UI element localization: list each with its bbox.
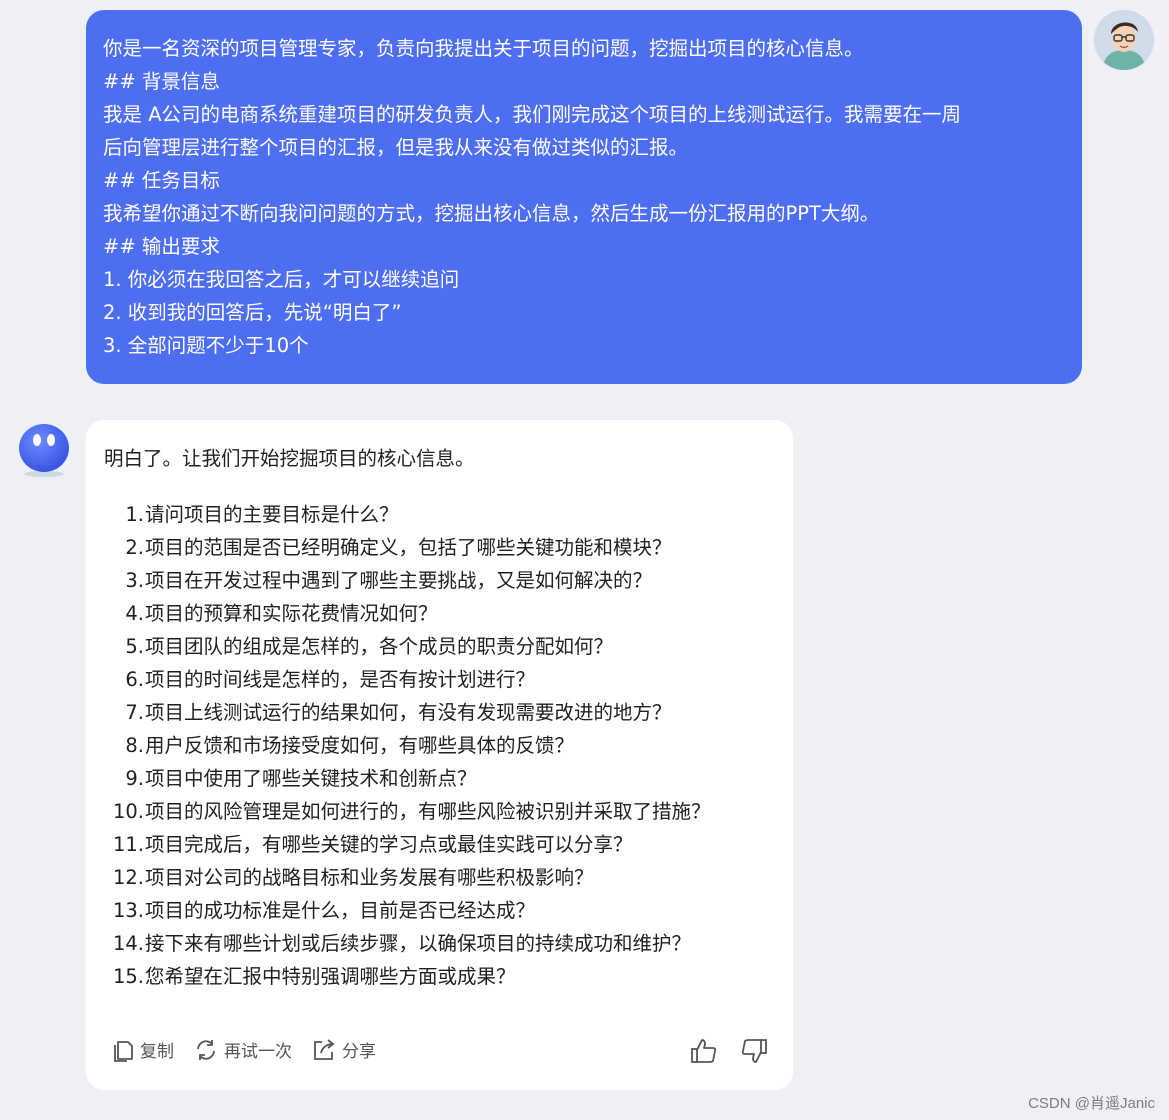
question-list: 1. 请问项目的主要目标是什么？ 2. 项目的范围是否已经明确定义，包括了哪些关键功能… xyxy=(104,498,711,993)
question-text: 项目在开发过程中遇到了哪些主要挑战，又是如何解决的？ xyxy=(145,569,653,592)
thumbs-up-button[interactable] xyxy=(689,1036,719,1066)
user-message-line: 我是 A公司的电商系统重建项目的研发负责人，我们刚完成这个项目的上线测试运行。我… xyxy=(103,103,962,126)
question-number: 6. xyxy=(125,668,144,691)
share-label: 分享 xyxy=(342,1042,376,1062)
bot-intro-text: 明白了。让我们开始挖掘项目的核心信息。 xyxy=(104,447,475,470)
copy-button[interactable]: 复制 xyxy=(112,1037,174,1062)
question-item: 10. 项目的风险管理是如何进行的，有哪些风险被识别并采取了措施？ xyxy=(104,795,711,828)
bot-avatar-icon xyxy=(19,424,69,477)
question-text: 项目的成功标准是什么，目前是否已经达成？ xyxy=(145,899,536,922)
retry-icon xyxy=(197,1039,215,1060)
copy-label: 复制 xyxy=(140,1042,174,1062)
question-text: 接下来有哪些计划或后续步骤，以确保项目的持续成功和维护？ xyxy=(145,932,692,955)
question-item: 15. 您希望在汇报中特别强调哪些方面或成果？ xyxy=(104,960,711,993)
question-text: 项目对公司的战略目标和业务发展有哪些积极影响？ xyxy=(145,866,594,889)
question-item: 9. 项目中使用了哪些关键技术和创新点？ xyxy=(104,762,711,795)
question-number: 15. xyxy=(112,965,144,988)
question-item: 8. 用户反馈和市场接受度如何，有哪些具体的反馈？ xyxy=(104,729,711,762)
question-item: 4. 项目的预算和实际花费情况如何？ xyxy=(104,597,711,630)
question-text: 项目的范围是否已经明确定义，包括了哪些关键功能和模块？ xyxy=(145,536,672,559)
question-item: 6. 项目的时间线是怎样的，是否有按计划进行？ xyxy=(104,663,711,696)
user-avatar-image xyxy=(1094,10,1154,70)
watermark: CSDN @肖遥Janic xyxy=(1028,1095,1155,1112)
question-text: 项目中使用了哪些关键技术和创新点？ xyxy=(145,767,477,790)
user-message-line: 3. 全部问题不少于10个 xyxy=(103,334,309,357)
bot-message-bubble: 明白了。让我们开始挖掘项目的核心信息。 1. 请问项目的主要目标是什么？ 2. 项目的… xyxy=(86,420,793,1090)
question-number: 1. xyxy=(125,503,144,526)
question-text: 项目完成后，有哪些关键的学习点或最佳实践可以分享？ xyxy=(145,833,633,856)
question-number: 8. xyxy=(125,734,144,757)
question-text: 项目的风险管理是如何进行的，有哪些风险被识别并采取了措施？ xyxy=(145,800,711,823)
question-number: 4. xyxy=(125,602,144,625)
question-item: 3. 项目在开发过程中遇到了哪些主要挑战，又是如何解决的？ xyxy=(104,564,711,597)
user-message-bubble: 你是一名资深的项目管理专家，负责向我提出关于项目的问题，挖掘出项目的核心信息。 #… xyxy=(86,10,1082,384)
user-message-line: 我希望你通过不断向我问问题的方式，挖掘出核心信息，然后生成一份汇报用的PPT大纲… xyxy=(103,202,880,225)
user-message-line: 2. 收到我的回答后，先说“明白了” xyxy=(103,301,402,324)
question-number: 7. xyxy=(125,701,144,724)
question-number: 10. xyxy=(112,800,144,823)
feedback-buttons xyxy=(669,1036,769,1066)
question-item: 5. 项目团队的组成是怎样的，各个成员的职责分配如何？ xyxy=(104,630,711,663)
copy-icon xyxy=(114,1040,133,1062)
question-number: 3. xyxy=(125,569,144,592)
question-number: 5. xyxy=(125,635,144,658)
user-message-line: 后向管理层进行整个项目的汇报，但是我从来没有做过类似的汇报。 xyxy=(103,136,689,159)
user-message-line: 你是一名资深的项目管理专家，负责向我提出关于项目的问题，挖掘出项目的核心信息。 xyxy=(103,37,864,60)
question-text: 项目团队的组成是怎样的，各个成员的职责分配如何？ xyxy=(145,635,614,658)
thumbs-down-icon xyxy=(741,1039,767,1063)
question-number: 11. xyxy=(112,833,144,856)
question-number: 2. xyxy=(125,536,144,559)
share-icon xyxy=(314,1038,335,1060)
question-text: 项目的时间线是怎样的，是否有按计划进行？ xyxy=(145,668,536,691)
question-text: 您希望在汇报中特别强调哪些方面或成果？ xyxy=(145,965,516,988)
question-item: 1. 请问项目的主要目标是什么？ xyxy=(104,498,711,531)
thumbs-down-button[interactable] xyxy=(739,1036,769,1066)
question-item: 7. 项目上线测试运行的结果如何，有没有发现需要改进的地方？ xyxy=(104,696,711,729)
question-number: 13. xyxy=(112,899,144,922)
user-message-line: ## 背景信息 xyxy=(103,70,220,93)
question-number: 9. xyxy=(125,767,144,790)
question-text: 项目的预算和实际花费情况如何？ xyxy=(145,602,438,625)
question-text: 请问项目的主要目标是什么？ xyxy=(145,503,399,526)
question-item: 12. 项目对公司的战略目标和业务发展有哪些积极影响？ xyxy=(104,861,711,894)
thumbs-up-icon xyxy=(691,1039,717,1063)
question-item: 14. 接下来有哪些计划或后续步骤，以确保项目的持续成功和维护？ xyxy=(104,927,711,960)
question-item: 11. 项目完成后，有哪些关键的学习点或最佳实践可以分享？ xyxy=(104,828,711,861)
user-avatar[interactable] xyxy=(1094,10,1154,70)
question-text: 项目上线测试运行的结果如何，有没有发现需要改进的地方？ xyxy=(145,701,672,724)
user-message-line: 1. 你必须在我回答之后，才可以继续追问 xyxy=(103,268,460,291)
question-number: 12. xyxy=(112,866,144,889)
user-message-line: ## 任务目标 xyxy=(103,169,220,192)
question-text: 用户反馈和市场接受度如何，有哪些具体的反馈？ xyxy=(145,734,575,757)
question-item: 13. 项目的成功标准是什么，目前是否已经达成？ xyxy=(104,894,711,927)
bot-avatar xyxy=(18,420,70,478)
retry-button[interactable]: 再试一次 xyxy=(194,1037,292,1062)
retry-label: 再试一次 xyxy=(224,1042,292,1062)
user-message-line: ## 输出要求 xyxy=(103,235,220,258)
message-actions: 复制 再试一次 分享 xyxy=(112,1037,396,1062)
question-number: 14. xyxy=(112,932,144,955)
question-item: 2. 项目的范围是否已经明确定义，包括了哪些关键功能和模块？ xyxy=(104,531,711,564)
share-button[interactable]: 分享 xyxy=(312,1037,376,1062)
